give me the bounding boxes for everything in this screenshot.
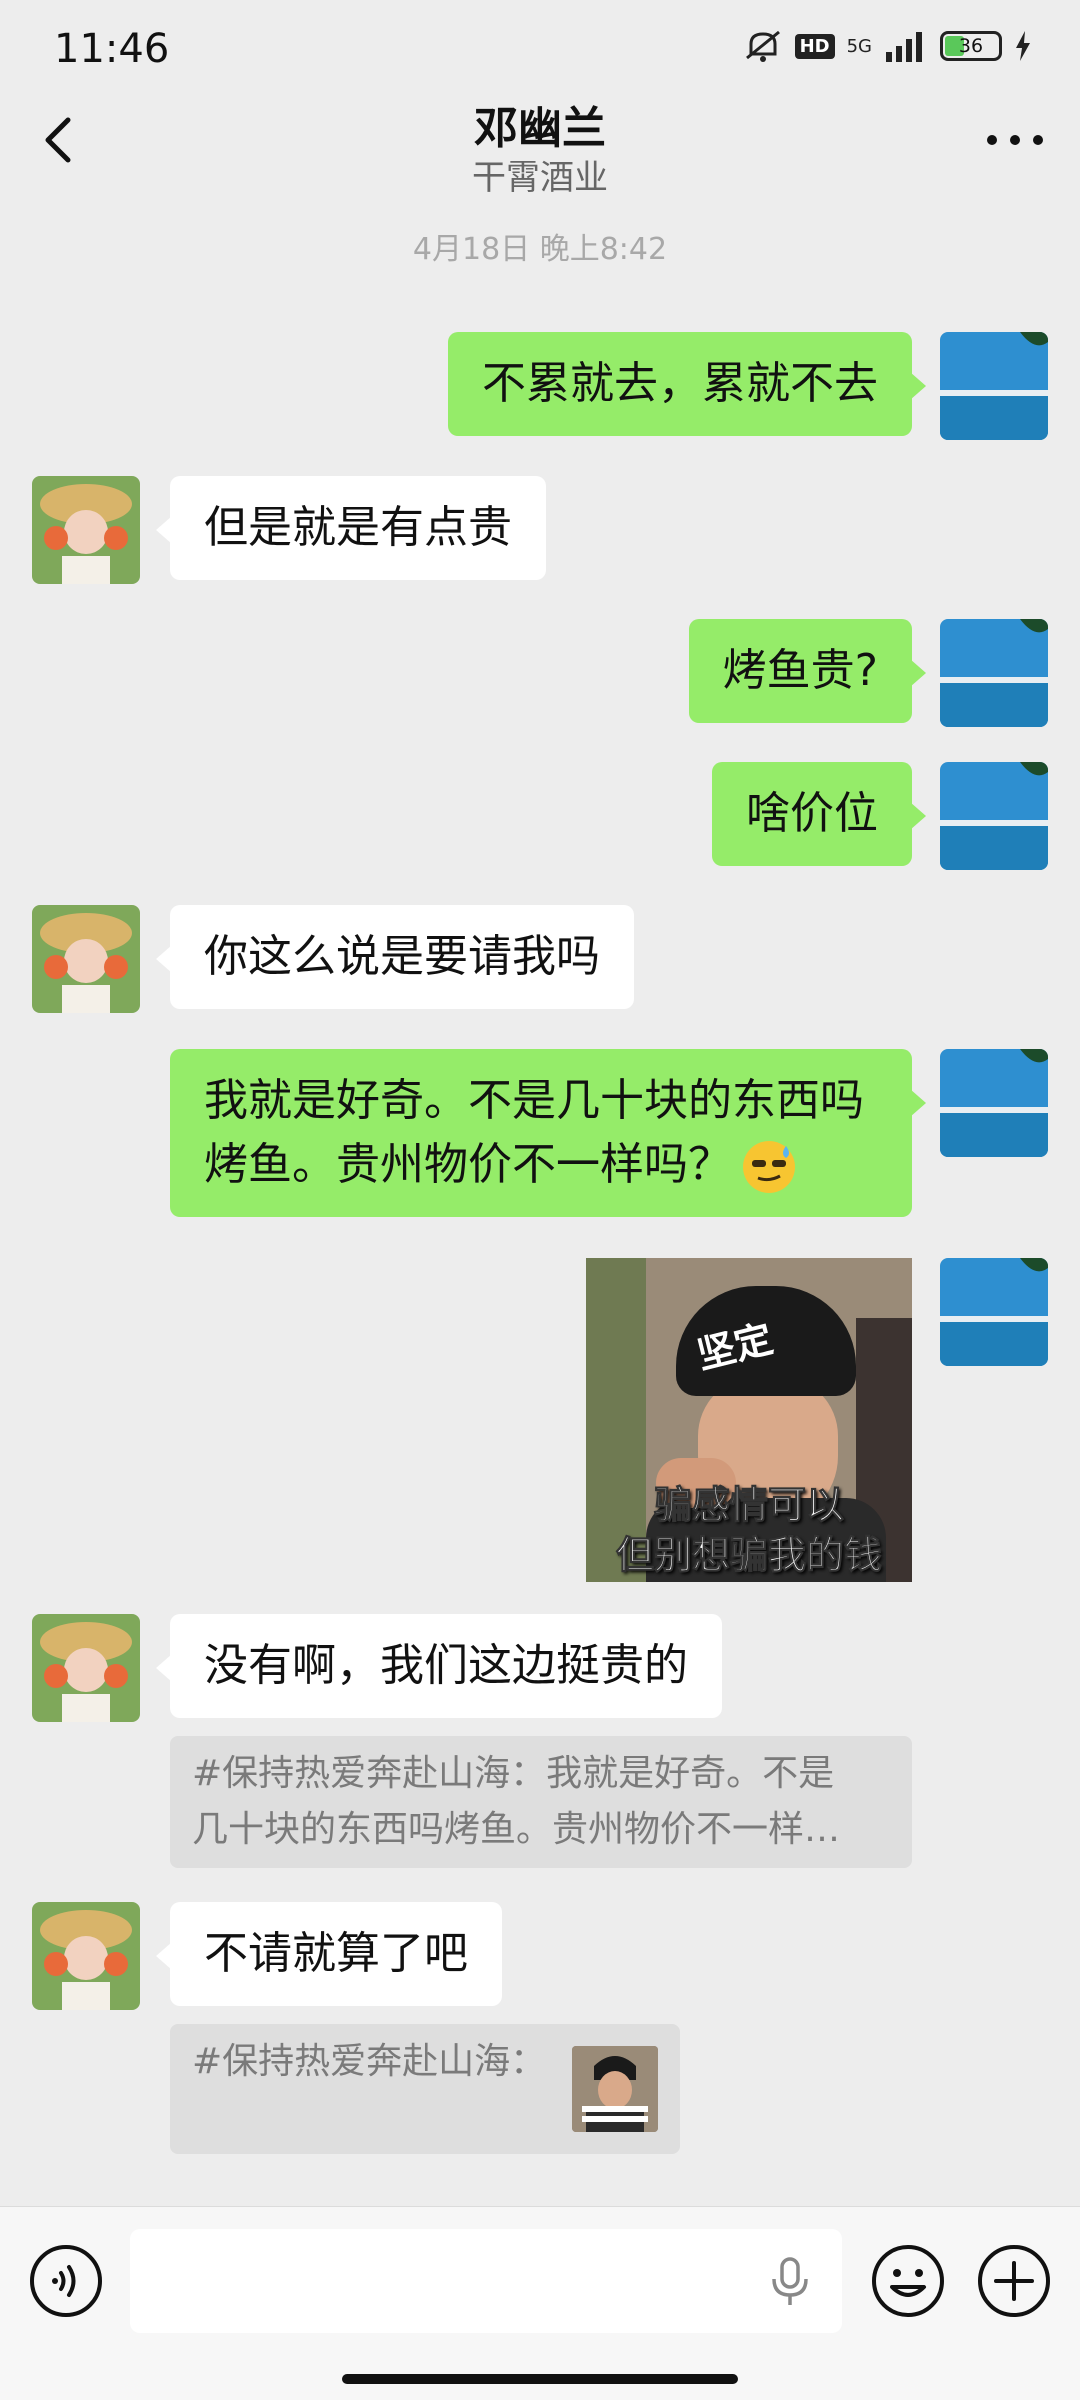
- message-input[interactable]: [130, 2229, 842, 2333]
- message-bubble-mine[interactable]: 不累就去，累就不去: [448, 332, 926, 436]
- chat-header: 邓幽兰 干霄酒业: [0, 90, 1080, 210]
- hd-badge: HD: [794, 33, 835, 59]
- message-timestamp: 4月18日 晚上8:42: [412, 232, 668, 267]
- quoted-message[interactable]: #保持热爱奔赴山海：: [170, 2024, 680, 2154]
- plus-icon[interactable]: [976, 2243, 1052, 2319]
- contact-org: 干霄酒业: [472, 158, 608, 198]
- contact-name: 邓幽兰: [474, 103, 606, 154]
- status-bar: 11:46 HD 5G 36: [0, 0, 1080, 90]
- more-icon[interactable]: [980, 110, 1050, 170]
- message-line: 我就是好奇。不是几十块的东西吗: [204, 1075, 864, 1126]
- network-label: 5G: [846, 35, 872, 57]
- my-avatar[interactable]: [940, 619, 1048, 727]
- status-time: 11:46: [54, 26, 170, 72]
- charging-icon: [1016, 31, 1030, 61]
- quote-line: 几十块的东西吗烤鱼。贵州物价不一样…: [192, 1809, 841, 1850]
- battery-icon: 36: [940, 31, 1002, 61]
- sticker-message[interactable]: 坚定 骗感情可以 但别想骗我的钱: [586, 1258, 912, 1582]
- mute-icon: [745, 30, 780, 62]
- voice-icon[interactable]: [28, 2243, 104, 2319]
- quoted-message[interactable]: #保持热爱奔赴山海：我就是好奇。不是 几十块的东西吗烤鱼。贵州物价不一样…: [170, 1736, 912, 1868]
- contact-avatar[interactable]: [32, 1614, 140, 1722]
- message-bubble-mine[interactable]: 我就是好奇。不是几十块的东西吗 烤鱼。贵州物价不一样吗？: [170, 1049, 926, 1217]
- message-bubble-theirs[interactable]: 不请就算了吧: [156, 1902, 502, 2006]
- status-icons: HD 5G 36: [743, 28, 1032, 64]
- message-bubble-mine[interactable]: 啥价位: [712, 762, 926, 866]
- home-indicator[interactable]: [342, 2374, 738, 2384]
- message-bubble-mine[interactable]: 烤鱼贵?: [688, 619, 927, 723]
- sticker-caption: 但别想骗我的钱: [615, 1533, 882, 1578]
- mic-icon[interactable]: [762, 2253, 818, 2309]
- contact-avatar[interactable]: [32, 476, 140, 584]
- sticker-caption: 骗感情可以: [653, 1483, 844, 1528]
- contact-avatar[interactable]: [32, 905, 140, 1013]
- signal-icon: [886, 32, 922, 62]
- quote-line: #保持热爱奔赴山海：我就是好奇。不是: [192, 1753, 835, 1794]
- message-line: 烤鱼。贵州物价不一样吗？: [204, 1133, 878, 1197]
- message-bubble-theirs[interactable]: 但是就是有点贵: [156, 476, 546, 580]
- emoji-icon[interactable]: [870, 2243, 946, 2319]
- my-avatar[interactable]: [940, 1258, 1048, 1366]
- my-avatar[interactable]: [940, 762, 1048, 870]
- sweat-cool-emoji-icon: [743, 1141, 795, 1193]
- quoted-sticker-thumbnail: [572, 2046, 658, 2132]
- message-bubble-theirs[interactable]: 没有啊，我们这边挺贵的: [156, 1614, 722, 1718]
- battery-level: 36: [958, 35, 984, 57]
- input-bar: [0, 2206, 1080, 2400]
- message-bubble-theirs[interactable]: 你这么说是要请我吗: [156, 905, 634, 1009]
- chat-screen: 11:46 HD 5G 36 邓幽兰 干霄酒业 4月18日 晚上8:42 不累就…: [0, 0, 1080, 2400]
- my-avatar[interactable]: [940, 332, 1048, 440]
- my-avatar[interactable]: [940, 1049, 1048, 1157]
- contact-avatar[interactable]: [32, 1902, 140, 2010]
